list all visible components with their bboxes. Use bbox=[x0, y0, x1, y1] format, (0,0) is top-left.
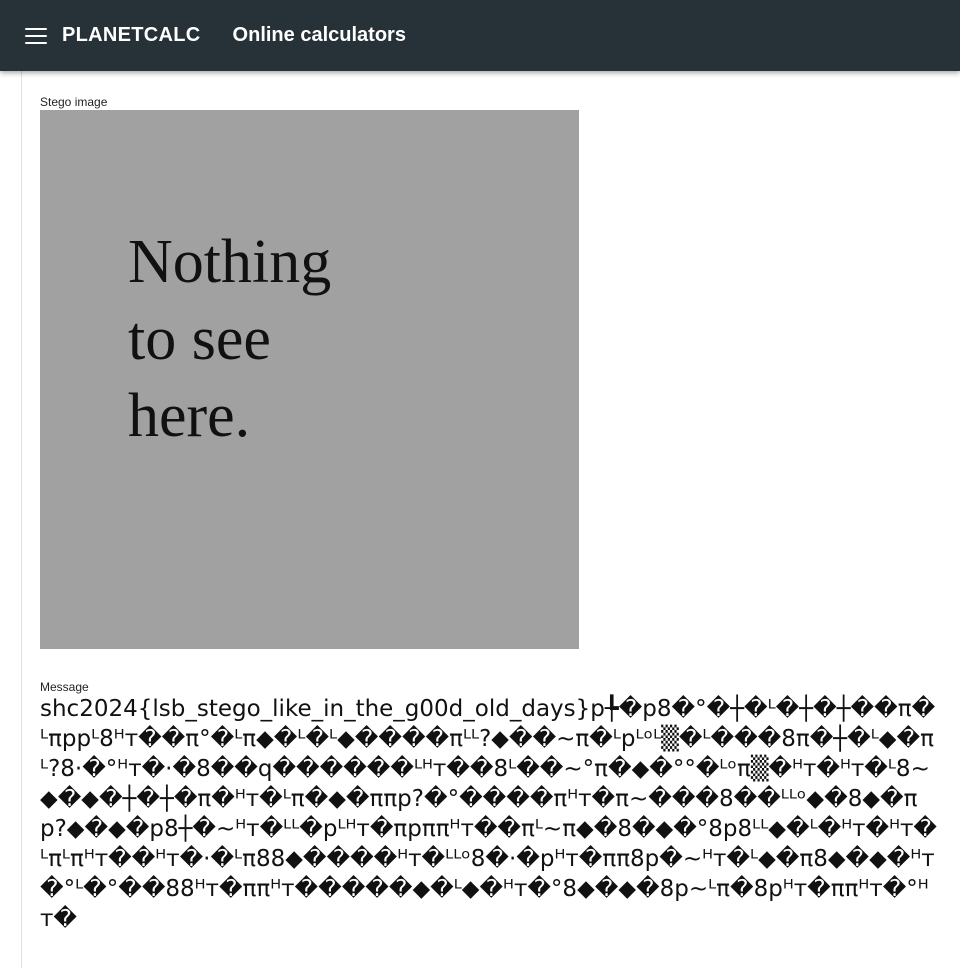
menu-icon[interactable] bbox=[25, 27, 47, 44]
stego-image-label: Stego image bbox=[40, 95, 108, 109]
content-divider bbox=[21, 71, 22, 968]
site-subtitle[interactable]: Online calculators bbox=[233, 24, 406, 47]
message-output: shc2024{lsb_stego_like_in_the_g00d_old_d… bbox=[40, 696, 937, 932]
message-label: Message bbox=[40, 680, 89, 694]
stego-image: Nothing to see here. bbox=[40, 110, 579, 649]
app-bar: PLANETCALC Online calculators bbox=[0, 0, 960, 71]
stego-image-text: Nothing to see here. bbox=[128, 228, 332, 450]
brand-logo[interactable]: PLANETCALC bbox=[62, 24, 201, 47]
